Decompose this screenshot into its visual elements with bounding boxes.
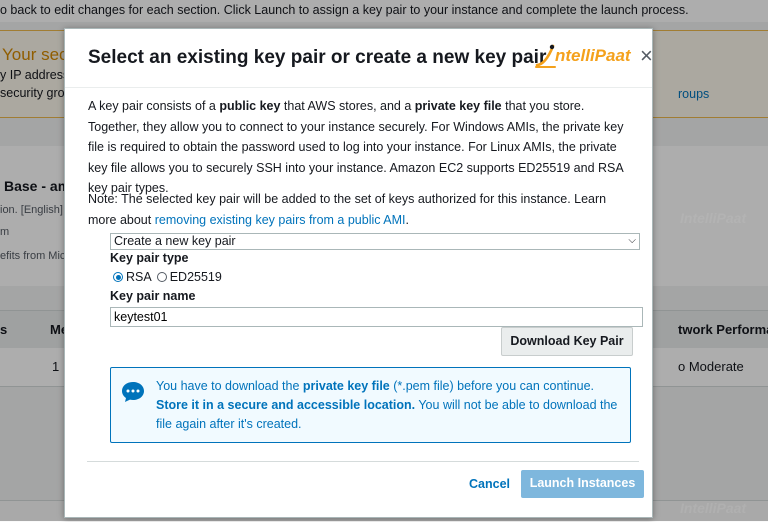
launch-instances-button[interactable]: Launch Instances	[521, 470, 644, 498]
rsa-radio[interactable]	[113, 272, 123, 282]
logo-text: ntelliPaat	[555, 46, 631, 65]
header-divider	[65, 87, 652, 88]
select-value: Create a new key pair	[114, 234, 236, 248]
key-pair-name-input[interactable]	[110, 307, 643, 327]
text-bold: Store it in a secure and accessible loca…	[156, 398, 416, 412]
cancel-button[interactable]: Cancel	[469, 477, 510, 491]
key-pair-note: Note: The selected key pair will be adde…	[88, 189, 633, 230]
intellipaat-logo: ntelliPaat	[535, 43, 631, 69]
key-pair-type-label: Key pair type	[110, 251, 189, 265]
ed25519-label[interactable]: ED25519	[170, 270, 222, 284]
removing-key-pairs-link[interactable]: removing existing key pairs from a publi…	[155, 213, 406, 227]
watermark: IntelliPaat	[680, 210, 747, 226]
text-bold: private key file	[302, 379, 390, 393]
text: (*.pem file) before you can continue.	[389, 379, 595, 393]
rsa-label[interactable]: RSA	[126, 270, 152, 284]
text-bold: public key	[219, 99, 281, 113]
close-icon[interactable]: ×	[640, 45, 653, 67]
text: that AWS stores, and a	[280, 99, 415, 113]
dialog-title: Select an existing key pair or create a …	[88, 47, 547, 68]
text: A key pair consists of a	[88, 99, 220, 113]
text: that you store. Together, they allow you…	[88, 99, 624, 195]
key-pair-description: A key pair consists of a public key that…	[88, 96, 633, 199]
info-text: You have to download the private key fil…	[156, 377, 626, 434]
text: .	[405, 212, 409, 227]
download-info-alert: You have to download the private key fil…	[110, 367, 631, 443]
ed25519-radio[interactable]	[156, 272, 167, 282]
key-pair-option-select[interactable]: Create a new key pair ⌵	[110, 233, 640, 250]
key-pair-type-group: RSA ED25519	[113, 270, 222, 284]
text: You have to download the	[156, 379, 303, 393]
text-bold: private key file	[414, 99, 502, 113]
key-pair-dialog: Select an existing key pair or create a …	[64, 28, 653, 518]
footer-divider	[87, 461, 639, 462]
watermark: IntelliPaat	[680, 500, 747, 516]
download-key-pair-button[interactable]: Download Key Pair	[501, 327, 633, 356]
intellipaat-logo-icon	[535, 44, 556, 68]
key-pair-name-label: Key pair name	[110, 289, 196, 303]
chat-info-icon	[122, 382, 144, 402]
chevron-down-icon: ⌵	[628, 235, 636, 246]
